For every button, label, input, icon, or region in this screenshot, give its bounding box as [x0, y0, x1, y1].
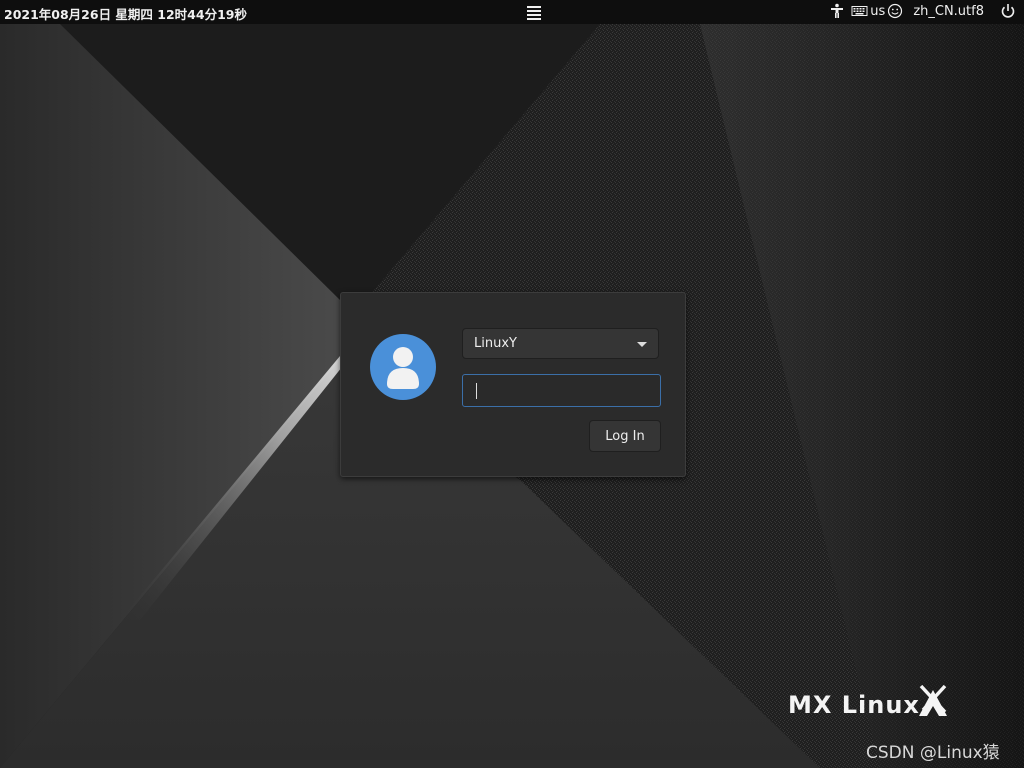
clock[interactable]: 2021年08月26日 星期四 12时44分19秒 — [4, 4, 247, 23]
hamburger-menu-icon[interactable] — [526, 4, 542, 20]
login-dialog: LinuxY Log In — [340, 292, 686, 477]
accessibility-icon[interactable] — [829, 3, 845, 19]
user-avatar-icon — [370, 334, 436, 400]
keyboard-layout-label: us — [870, 3, 886, 19]
chevron-down-icon — [637, 342, 647, 347]
svg-text:MX Linux: MX Linux — [788, 691, 920, 718]
keyboard-icon — [851, 6, 868, 16]
password-input[interactable] — [462, 374, 661, 407]
user-select-dropdown[interactable]: LinuxY — [462, 328, 659, 359]
mx-linux-logo: MX Linux — [788, 684, 947, 718]
locale-selector[interactable]: zh_CN.utf8 — [913, 4, 984, 19]
keyboard-layout-indicator[interactable]: us — [851, 3, 885, 19]
system-tray: us zh_CN.utf8 — [829, 3, 1016, 19]
top-panel: 2021年08月26日 星期四 12时44分19秒 us zh_CN.utf8 — [0, 0, 1024, 24]
selected-user-label: LinuxY — [474, 336, 517, 351]
text-cursor — [476, 383, 477, 399]
power-icon[interactable] — [1000, 3, 1016, 19]
login-button[interactable]: Log In — [589, 420, 661, 452]
smiley-icon[interactable] — [887, 3, 903, 19]
watermark-text: CSDN @Linux猿 — [866, 743, 1000, 763]
